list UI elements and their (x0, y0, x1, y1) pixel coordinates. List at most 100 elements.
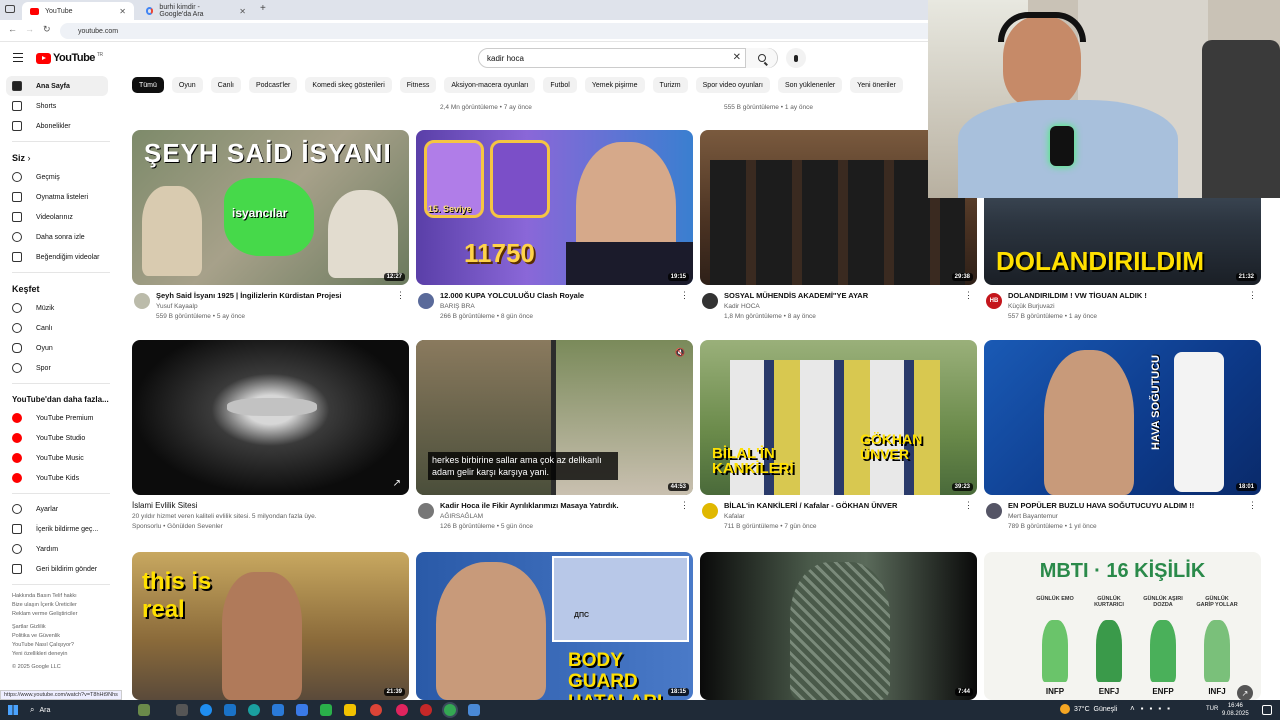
system-tray-icons[interactable]: ˄▪▪▪▪ (1130, 704, 1176, 713)
task-view-icon[interactable] (176, 704, 188, 716)
sidebar-item-music[interactable]: Müzik (0, 298, 122, 318)
forward-icon[interactable]: → (25, 24, 34, 34)
chip[interactable]: Futbol (543, 77, 577, 93)
chip[interactable]: Tümü (132, 77, 164, 93)
chip[interactable]: Yeni öneriler (850, 77, 903, 93)
video-card[interactable]: ДПС BODY GUARD HATALARI 18:15 (416, 552, 693, 700)
menu-icon[interactable] (13, 53, 23, 62)
section-you[interactable]: Siz › (0, 147, 122, 167)
chip[interactable]: Yemek pişirme (584, 77, 645, 93)
sidebar-item-kids[interactable]: YouTube Kids (0, 468, 122, 488)
sidebar-item-subscriptions[interactable]: Abonelikler (0, 116, 122, 136)
reload-icon[interactable]: ↻ (43, 24, 51, 35)
close-tab-icon[interactable]: ✕ (119, 7, 126, 16)
back-icon[interactable]: ← (8, 24, 17, 34)
video-card[interactable]: herkes birbirine sallar ama çok az delik… (416, 340, 693, 551)
video-title[interactable]: EN POPÜLER BUZLU HAVA SOĞUTUCUYU ALDIM !… (1008, 501, 1261, 511)
channel-name[interactable]: Küçük Burjuvazi (1008, 301, 1261, 312)
video-card[interactable]: BİLAL'İN KANKİLERİ GÖKHAN ÜNVER 39:23 Bİ… (700, 340, 977, 551)
sidebar-item-help[interactable]: Yardım (0, 539, 122, 559)
chrome-active-icon[interactable] (444, 704, 456, 716)
sidebar-item-report[interactable]: İçerik bildirme geç... (0, 519, 122, 539)
sidebar-item-playlists[interactable]: Oynatma listeleri (0, 187, 122, 207)
channel-avatar[interactable] (134, 293, 150, 309)
channel-name[interactable]: Kafalar (724, 511, 977, 522)
channel-avatar[interactable]: HB (986, 293, 1002, 309)
edge-icon[interactable] (248, 704, 260, 716)
video-title[interactable]: Kadir Hoca ile Fikir Ayrılıklarımızı Mas… (440, 501, 693, 511)
video-thumbnail[interactable]: herkes birbirine sallar ama çok az delik… (416, 340, 693, 495)
video-thumbnail[interactable]: MBTI · 16 KİŞİLİK GÜNLÜK EMO GÜNLÜK KURT… (984, 552, 1261, 700)
sidebar-item-your-videos[interactable]: Videolarınız (0, 207, 122, 227)
search-button[interactable] (745, 48, 777, 68)
clear-search-icon[interactable]: ✕ (733, 52, 741, 63)
chip[interactable]: Podcast'ler (248, 77, 298, 93)
tab-google[interactable]: burhi kimdir - Google'da Ara ✕ (138, 2, 254, 20)
channel-name[interactable]: BARIŞ BRA (440, 301, 693, 312)
channel-avatar[interactable] (702, 503, 718, 519)
notification-icon[interactable] (1262, 705, 1272, 715)
chip[interactable]: Son yüklenenler (777, 77, 843, 93)
youtube-logo[interactable]: YouTube TR (36, 52, 103, 64)
video-thumbnail[interactable]: ДПС BODY GUARD HATALARI 18:15 (416, 552, 693, 700)
video-title[interactable]: 12.000 KUPA YOLCULUĞU Clash Royale (440, 291, 693, 301)
ad-thumbnail[interactable]: ↗ (132, 340, 409, 495)
app-icon[interactable] (420, 704, 432, 716)
mute-icon[interactable]: 🔇 (675, 348, 685, 357)
tab-youtube[interactable]: YouTube ✕ (22, 2, 134, 20)
video-card[interactable]: HAVA SOĞUTUCU 18:01 EN POPÜLER BUZLU HAV… (984, 340, 1261, 551)
widget-icon[interactable] (138, 704, 150, 716)
video-title[interactable]: BİLAL'in KANKİLERİ / Kafalar - GÖKHAN ÜN… (724, 501, 977, 511)
sidebar-item-music-app[interactable]: YouTube Music (0, 448, 122, 468)
chip[interactable]: Spor video oyunları (695, 77, 770, 93)
store-icon[interactable] (272, 704, 284, 716)
video-card[interactable]: ŞEYH SAİD İSYANI isyancılar 12:27 Şeyh S… (132, 130, 409, 341)
chrome-icon[interactable] (370, 704, 382, 716)
sidebar-item-feedback[interactable]: Geri bildirim gönder (0, 559, 122, 579)
sidebar-item-studio[interactable]: YouTube Studio (0, 428, 122, 448)
sidebar-item-premium[interactable]: YouTube Premium (0, 408, 122, 428)
footer-links[interactable]: Hakkında Basın Telif hakkı Bize ulaşın İ… (0, 590, 122, 621)
video-card[interactable]: this is real 21:39 (132, 552, 409, 700)
ad-title[interactable]: İslami Evlilik Sitesi (132, 501, 409, 511)
voice-search-button[interactable] (786, 48, 806, 68)
sidebar-item-home[interactable]: Ana Sayfa (6, 76, 108, 96)
channel-avatar[interactable] (986, 503, 1002, 519)
mail-icon[interactable] (296, 704, 308, 716)
external-link-icon[interactable]: ↗ (393, 478, 401, 489)
outlook-icon[interactable] (224, 704, 236, 716)
copilot-icon[interactable] (200, 704, 212, 716)
new-tab-icon[interactable]: + (260, 3, 266, 14)
more-options-icon[interactable]: ⋮ (1248, 291, 1257, 300)
tab-search-icon[interactable] (5, 5, 15, 13)
chip[interactable]: Turizm (652, 77, 688, 93)
channel-name[interactable]: Kadir HOCA (724, 301, 977, 312)
sidebar-item-sports[interactable]: Spor (0, 358, 122, 378)
video-card[interactable]: MBTI · 16 KİŞİLİK GÜNLÜK EMO GÜNLÜK KURT… (984, 552, 1261, 700)
chip[interactable]: Komedi skeç gösterileri (305, 77, 392, 93)
xbox-icon[interactable] (320, 704, 332, 716)
clock[interactable]: 16:46 9.08.2025 (1222, 702, 1249, 718)
sidebar-item-history[interactable]: Geçmiş (0, 167, 122, 187)
video-title[interactable]: DOLANDIRILDIM ! VW TİGUAN ALDIK ! (1008, 291, 1261, 301)
ad-card[interactable]: ↗ İslami Evlilik Sitesi 20 yıldır hizmet… (132, 340, 409, 551)
search-input[interactable]: kadir hoca ✕ (478, 48, 778, 68)
windows-start-icon[interactable] (8, 705, 18, 715)
chip[interactable]: Fitness (399, 77, 437, 93)
sidebar-item-liked[interactable]: Beğendiğim videolar (0, 247, 122, 267)
file-explorer-icon[interactable] (344, 704, 356, 716)
video-thumbnail[interactable]: this is real 21:39 (132, 552, 409, 700)
more-options-icon[interactable]: ⋮ (396, 291, 405, 300)
chip[interactable]: Oyun (171, 77, 203, 93)
app-icon[interactable] (468, 704, 480, 716)
footer-links[interactable]: Şartlar Gizlilik Politika ve Güvenlik Yo… (0, 621, 122, 661)
chip[interactable]: Aksiyon-macera oyunları (444, 77, 536, 93)
video-thumbnail[interactable]: HAVA SOĞUTUCU 18:01 (984, 340, 1261, 495)
more-options-icon[interactable]: ⋮ (964, 291, 973, 300)
opera-icon[interactable] (396, 704, 408, 716)
channel-avatar[interactable] (702, 293, 718, 309)
scroll-top-icon[interactable]: ↗ (1237, 685, 1253, 701)
more-options-icon[interactable]: ⋮ (680, 291, 689, 300)
channel-avatar[interactable] (418, 503, 434, 519)
video-thumbnail[interactable]: 15. Seviye 11750 19:15 (416, 130, 693, 285)
